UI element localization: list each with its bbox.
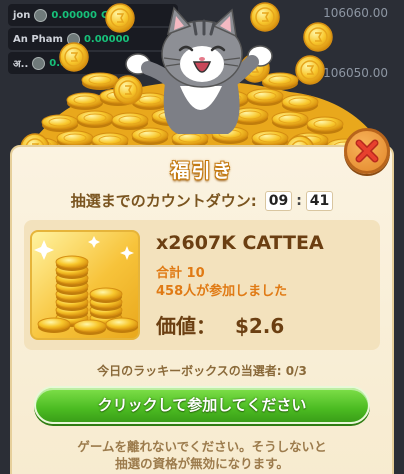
notice-text: ゲームを離れないでください。そうしないと 抽選の資格が無効になります。	[0, 438, 404, 472]
countdown: 抽選までのカウントダウン: 09 : 41	[0, 190, 404, 211]
prize-title: x2607K CATTEA	[156, 232, 324, 254]
player-amount: 0.00	[49, 57, 74, 69]
notice-line-2: 抽選の資格が無効になります。	[115, 456, 289, 471]
player-name: अ..	[13, 59, 29, 70]
coin-icon	[66, 32, 80, 46]
prize-total: 合計 10	[156, 266, 205, 281]
coin-icon	[32, 56, 46, 70]
coin-icon	[34, 8, 48, 22]
close-x-icon	[355, 139, 379, 163]
cat-mascot	[118, 6, 278, 136]
join-button[interactable]: クリックして参加してください	[34, 386, 370, 424]
prize-value-label: 価値：	[156, 314, 216, 338]
player-name: jon	[13, 9, 31, 21]
participants-count: 458人が参加しました	[156, 284, 288, 299]
player-score: 106050.00	[323, 66, 388, 80]
countdown-minutes: 09	[264, 190, 293, 211]
countdown-separator: :	[296, 192, 302, 209]
close-button[interactable]	[344, 128, 390, 174]
countdown-label: 抽選までのカウントダウン:	[70, 192, 257, 210]
player-score: 106060.00	[323, 6, 388, 20]
player-token: Cat	[100, 9, 120, 21]
lucky-box-winners: 今日のラッキーボックスの当選者: 0/3	[97, 364, 307, 378]
modal-title: 福引き	[170, 160, 234, 182]
prize-value: 価値： $2.6	[156, 310, 284, 339]
player-name: An Pham	[13, 33, 63, 45]
notice-line-1: ゲームを離れないでください。そうしないと	[77, 439, 327, 454]
player-amount: 0.00000	[51, 9, 97, 21]
prize-value-amount: $2.6	[234, 314, 285, 338]
countdown-seconds: 41	[305, 190, 334, 211]
coin-stack-icon	[30, 230, 140, 340]
